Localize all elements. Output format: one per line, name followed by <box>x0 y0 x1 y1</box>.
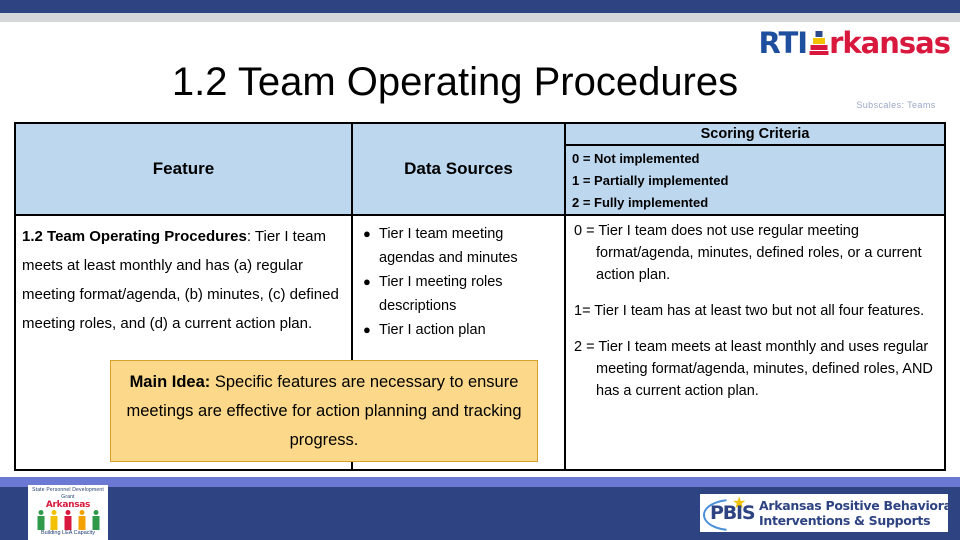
spdg-tagline: Building LEA Capacity <box>40 530 96 536</box>
data-sources-list: ● Tier I team meeting agendas and minutes… <box>357 222 560 342</box>
page-title: 1.2 Team Operating Procedures <box>171 60 739 104</box>
subscale-label: Subscales: Teams <box>856 100 936 110</box>
pbis-logo-text: Arkansas Positive Behavioral Interventio… <box>756 498 948 528</box>
top-navy-band <box>0 0 960 13</box>
pbis-line-1: Arkansas Positive Behavioral <box>759 498 948 513</box>
list-item-label: Tier I meeting roles descriptions <box>379 274 503 314</box>
feature-label: 1.2 Team Operating Procedures <box>22 228 247 245</box>
arkansas-wordmark: rkansas <box>829 25 951 60</box>
scoring-legend: 0 = Not implemented 1 = Partially implem… <box>566 146 944 216</box>
pbis-mark-icon: ★ PBIS <box>702 496 756 531</box>
bullet-icon: ● <box>363 226 371 241</box>
pbis-line-2: Interventions & Supports <box>759 513 931 528</box>
scoring-legend-item: 1 = Partially implemented <box>572 173 729 188</box>
data-sources-cell: ● Tier I team meeting agendas and minutes… <box>353 216 564 342</box>
list-item: ● Tier I meeting roles descriptions <box>363 270 560 318</box>
rti-wordmark: RTI <box>758 25 808 60</box>
scoring-criteria-column-header: Scoring Criteria <box>566 124 944 146</box>
rti-arkansas-logo: RTI rkansas <box>745 25 951 60</box>
feature-cell: 1.2 Team Operating Procedures: Tier I te… <box>16 216 351 338</box>
list-item: ● Tier I team meeting agendas and minutes <box>363 222 560 270</box>
people-icon <box>36 510 100 530</box>
footer-periwinkle-band <box>0 477 960 487</box>
pbis-logo: ★ PBIS Arkansas Positive Behavioral Inte… <box>700 494 948 532</box>
pyramid-icon <box>809 31 829 55</box>
scoring-criteria-item: 1= Tier I team has at least two but not … <box>574 303 925 319</box>
pbis-wordmark: PBIS <box>710 502 756 524</box>
scoring-legend-item: 2 = Fully implemented <box>572 195 709 210</box>
data-sources-column-header: Data Sources <box>353 124 564 216</box>
bullet-icon: ● <box>363 274 371 289</box>
top-gray-band <box>0 13 960 22</box>
list-item-label: Tier I team meeting agendas and minutes <box>379 226 518 266</box>
bullet-icon: ● <box>363 322 371 337</box>
list-item-label: Tier I action plan <box>379 322 486 338</box>
main-idea-callout: Main Idea: Specific features are necessa… <box>110 360 538 462</box>
scoring-criteria-column: Scoring Criteria 0 = Not implemented 1 =… <box>566 124 944 469</box>
scoring-criteria-item: 2 = Tier I team meets at least monthly a… <box>574 339 933 399</box>
scoring-criteria-cell: 0 = Tier I team does not use regular mee… <box>566 216 944 402</box>
spdg-arkansas-logo: State Personnel Development Grant Arkans… <box>28 485 108 540</box>
list-item: ● Tier I action plan <box>363 318 560 342</box>
feature-column-header: Feature <box>16 124 351 216</box>
spdg-arc-label: State Personnel Development Grant <box>32 487 104 500</box>
main-idea-text: Main Idea: Specific features are necessa… <box>123 368 525 455</box>
spdg-wordmark: Arkansas <box>45 500 91 510</box>
main-idea-label: Main Idea: <box>129 372 211 391</box>
scoring-legend-item: 0 = Not implemented <box>572 151 700 166</box>
scoring-criteria-item: 0 = Tier I team does not use regular mee… <box>574 223 922 283</box>
